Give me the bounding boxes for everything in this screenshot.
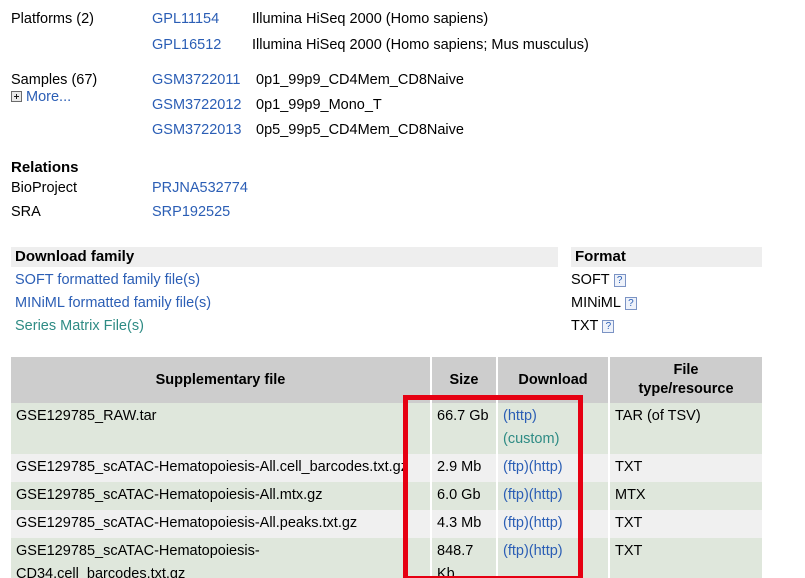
cell-file-size: 6.0 Gb [431, 482, 498, 510]
download-http-link[interactable]: (http) [529, 543, 563, 559]
sample-description: 0p5_99p5_CD4Mem_CD8Naive [256, 122, 464, 138]
sample-entry: GSM3722012 0p1_99p9_Mono_T [152, 93, 805, 118]
cell-file-size: 4.3 Mb [431, 510, 498, 538]
download-family-row: Series Matrix File(s) TXT? [0, 315, 805, 338]
cell-file-name: GSE129785_scATAC-Hematopoiesis-All.cell_… [11, 454, 432, 482]
cell-file-size: 848.7 Kb [431, 538, 498, 578]
cell-download-links: (ftp)(http) [497, 482, 610, 510]
format-label: MINiML [571, 295, 621, 311]
table-row: GSE129785_RAW.tar 66.7 Gb (http) (custom… [11, 403, 762, 454]
bioproject-link[interactable]: PRJNA532774 [152, 176, 805, 200]
platform-entry: GPL11154 Illumina HiSeq 2000 (Homo sapien… [152, 6, 805, 32]
platform-accession-link[interactable]: GPL11154 [152, 6, 252, 32]
relations-row: BioProject PRJNA532774 [0, 176, 805, 200]
header-size: Size [431, 357, 498, 403]
cell-file-type: TAR (of TSV) [609, 403, 762, 454]
cell-download-links: (ftp)(http) [497, 510, 610, 538]
header-supplementary-file: Supplementary file [11, 357, 432, 403]
download-http-link[interactable]: (http) [503, 408, 537, 424]
table-row: GSE129785_scATAC-Hematopoiesis-CD34.cell… [11, 538, 762, 578]
sample-description: 0p1_99p9_CD4Mem_CD8Naive [256, 72, 464, 88]
download-family-header-right: Format [571, 247, 762, 267]
cell-file-type: TXT [609, 538, 762, 578]
cell-file-name: GSE129785_RAW.tar [11, 403, 432, 454]
sample-entry: GSM3722011 0p1_99p9_CD4Mem_CD8Naive [152, 68, 805, 93]
soft-family-file-link[interactable]: SOFT formatted family file(s) [0, 269, 560, 292]
cell-file-type: MTX [609, 482, 762, 510]
table-row: GSE129785_scATAC-Hematopoiesis-All.mtx.g… [11, 482, 762, 510]
cell-file-name: GSE129785_scATAC-Hematopoiesis-All.peaks… [11, 510, 432, 538]
download-http-link[interactable]: (http) [529, 487, 563, 503]
format-cell: SOFT? [560, 269, 805, 292]
cell-file-name: GSE129785_scATAC-Hematopoiesis-CD34.cell… [11, 538, 432, 578]
samples-entries: GSM3722011 0p1_99p9_CD4Mem_CD8Naive GSM37… [152, 68, 805, 143]
series-matrix-file-link[interactable]: Series Matrix File(s) [0, 315, 560, 338]
table-row: GSE129785_scATAC-Hematopoiesis-All.cell_… [11, 454, 762, 482]
relation-label: SRA [11, 204, 41, 220]
cell-download-links: (ftp)(http) [497, 454, 610, 482]
format-cell: TXT? [560, 315, 805, 338]
sample-accession-link[interactable]: GSM3722013 [152, 118, 256, 143]
download-ftp-link[interactable]: (ftp) [503, 515, 529, 531]
platform-accession-link[interactable]: GPL16512 [152, 32, 252, 58]
question-mark-icon[interactable]: ? [624, 297, 637, 310]
download-ftp-link[interactable]: (ftp) [503, 459, 529, 475]
sra-link[interactable]: SRP192525 [152, 200, 805, 224]
relations-title: Relations [11, 159, 79, 176]
sample-description: 0p1_99p9_Mono_T [256, 97, 382, 113]
header-download: Download [497, 357, 610, 403]
cell-file-type: TXT [609, 454, 762, 482]
download-family-block: Download family Format SOFT formatted fa… [0, 247, 805, 337]
table-header-row: Supplementary file Size Download File ty… [11, 357, 762, 403]
question-mark-icon[interactable]: ? [602, 320, 615, 333]
table-row: GSE129785_scATAC-Hematopoiesis-All.peaks… [11, 510, 762, 538]
relations-block: Relations BioProject PRJNA532774 SRA SRP… [0, 159, 805, 224]
supplementary-file-table: Supplementary file Size Download File ty… [11, 357, 762, 578]
relations-row: SRA SRP192525 [0, 200, 805, 224]
series-metadata-block: Platforms (2) GPL11154 Illumina HiSeq 200… [0, 6, 805, 143]
platform-description: Illumina HiSeq 2000 (Homo sapiens; Mus m… [252, 37, 589, 53]
samples-label-cell: Samples (67) More... [0, 68, 152, 107]
sample-accession-link[interactable]: GSM3722011 [152, 68, 256, 93]
download-family-rows: SOFT formatted family file(s) SOFT? MINi… [0, 269, 805, 338]
sample-accession-link[interactable]: GSM3722012 [152, 93, 256, 118]
header-file-type-line1: File [673, 362, 699, 378]
metadata-row-platforms: Platforms (2) GPL11154 Illumina HiSeq 200… [0, 6, 805, 58]
format-label: TXT [571, 318, 599, 334]
download-family-header-label: Download family [15, 248, 135, 265]
cell-file-size: 66.7 Gb [431, 403, 498, 454]
platform-entry: GPL16512 Illumina HiSeq 2000 (Homo sapien… [152, 32, 805, 58]
plus-box-icon[interactable] [11, 91, 22, 102]
relation-label: BioProject [11, 180, 78, 196]
download-family-row: SOFT formatted family file(s) SOFT? [0, 269, 805, 292]
download-ftp-link[interactable]: (ftp) [503, 487, 529, 503]
download-ftp-link[interactable]: (ftp) [503, 543, 529, 559]
download-http-link[interactable]: (http) [529, 515, 563, 531]
platforms-entries: GPL11154 Illumina HiSeq 2000 (Homo sapien… [152, 6, 805, 58]
download-custom-link[interactable]: (custom) [503, 431, 559, 447]
cell-download-links: (ftp)(http) [497, 538, 610, 578]
download-http-link[interactable]: (http) [529, 459, 563, 475]
platform-description: Illumina HiSeq 2000 (Homo sapiens) [252, 11, 489, 27]
cell-file-name: GSE129785_scATAC-Hematopoiesis-All.mtx.g… [11, 482, 432, 510]
header-file-type-line2: type/resource [638, 381, 734, 397]
cell-download-links: (http) (custom) [497, 403, 610, 454]
format-cell: MINiML? [560, 292, 805, 315]
miniml-family-file-link[interactable]: MINiML formatted family file(s) [0, 292, 560, 315]
metadata-row-samples: Samples (67) More... GSM3722011 0p1_99p9_… [0, 68, 805, 143]
download-family-header: Download family Format [11, 247, 762, 267]
platforms-label: Platforms (2) [11, 11, 94, 27]
question-mark-icon[interactable]: ? [613, 274, 626, 287]
format-label: SOFT [571, 272, 610, 288]
cell-file-type: TXT [609, 510, 762, 538]
cell-file-size: 2.9 Mb [431, 454, 498, 482]
download-family-row: MINiML formatted family file(s) MINiML? [0, 292, 805, 315]
format-header-label: Format [575, 248, 626, 265]
download-family-header-left: Download family [11, 247, 558, 267]
header-file-type: File type/resource [609, 357, 762, 403]
sample-entry: GSM3722013 0p5_99p5_CD4Mem_CD8Naive [152, 118, 805, 143]
more-link-label[interactable]: More... [26, 89, 71, 105]
